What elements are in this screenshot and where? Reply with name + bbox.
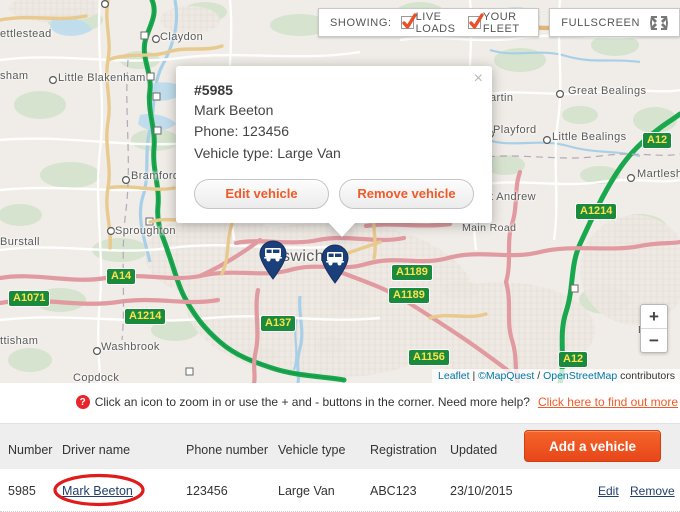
cell-phone-number: 123456 xyxy=(186,484,228,498)
help-question-icon: ? xyxy=(75,395,90,409)
openstreetmap-link[interactable]: OpenStreetMap xyxy=(543,370,617,382)
map-place-label: Little Bealings xyxy=(552,131,627,143)
road-shield: A1156 xyxy=(408,349,450,366)
row-remove-link[interactable]: Remove xyxy=(630,484,675,498)
table-header-row: Add a vehicle Number Driver name Phone num… xyxy=(0,423,680,469)
popup-tail xyxy=(328,221,356,237)
fullscreen-icon xyxy=(650,15,668,31)
column-header: Number xyxy=(8,443,53,457)
cell-number: 5985 xyxy=(8,484,36,498)
zoom-in-button[interactable]: + xyxy=(641,305,667,329)
road-shield: A1071 xyxy=(8,290,51,307)
map-control-row: SHOWING: LIVE LOADS YOUR FLEET FULLSCREE… xyxy=(318,8,680,37)
help-row: ? Click an icon to zoom in or use the + … xyxy=(0,383,680,421)
road-shield: A12 xyxy=(642,132,673,149)
column-header: Registration xyxy=(370,443,437,457)
map-place-label: swich xyxy=(282,248,325,265)
map-place-label: ettlestead xyxy=(0,28,52,40)
map-zoom-controls: + − xyxy=(640,304,668,353)
vehicle-popup-body: × #5985 Mark Beeton Phone: 123456 Vehicl… xyxy=(176,66,492,223)
map-place-label: Claydon xyxy=(160,31,204,43)
checkbox-label-live-loads: LIVE LOADS xyxy=(415,10,456,35)
attrib-sep-2: / xyxy=(534,370,544,382)
map-place-label: ttisham xyxy=(0,335,39,347)
attrib-sep-1: | xyxy=(469,370,479,382)
add-vehicle-button[interactable]: Add a vehicle xyxy=(524,430,661,462)
map-place-label: Sproughton xyxy=(115,225,176,237)
popup-vehicle-id: #5985 xyxy=(194,82,233,98)
map-place-label: Playford xyxy=(493,124,537,136)
road-shield: A137 xyxy=(260,315,297,332)
popup-phone: Phone: 123456 xyxy=(194,123,289,140)
road-shield: A12 xyxy=(558,351,589,368)
road-shield: A1214 xyxy=(575,203,618,220)
checkbox-box-your-fleet[interactable] xyxy=(467,13,484,29)
map-attribution: Leaflet | ©MapQuest / OpenStreetMap cont… xyxy=(432,369,680,383)
driver-name-link[interactable]: Mark Beeton xyxy=(62,484,133,498)
map-canvas[interactable]: ettlestead sham Claydon Little Blakenham Bra… xyxy=(0,0,680,383)
map-place-label: Great Bealings xyxy=(568,85,647,97)
cell-driver-name: Mark Beeton xyxy=(62,484,133,498)
vehicle-marker-2[interactable] xyxy=(320,244,350,289)
showing-label: SHOWING: xyxy=(330,16,392,29)
leaflet-link[interactable]: Leaflet xyxy=(438,370,470,382)
popup-vehicle-type: Vehicle type: Large Van xyxy=(194,144,341,161)
row-edit-link[interactable]: Edit xyxy=(598,484,619,498)
fullscreen-label: FULLSCREEN xyxy=(561,16,640,29)
map-place-label: Copdock xyxy=(73,372,120,383)
map-place-label: t Andrew xyxy=(490,191,537,203)
road-shield: A14 xyxy=(106,268,137,285)
attrib-suffix: contributors xyxy=(617,370,675,382)
fullscreen-button[interactable]: FULLSCREEN xyxy=(549,8,680,37)
road-shield: A1214 xyxy=(124,308,167,325)
cell-edit: Edit xyxy=(598,484,619,498)
check-icon xyxy=(469,13,484,29)
popup-driver-name: Mark Beeton xyxy=(194,102,274,118)
checkbox-your-fleet[interactable]: YOUR FLEET xyxy=(467,10,527,35)
column-header: Updated xyxy=(450,443,498,457)
checkbox-label-your-fleet: YOUR FLEET xyxy=(482,10,520,35)
map-place-label: Martlesha xyxy=(637,168,680,180)
fleet-map-page: ettlestead sham Claydon Little Blakenham Bra… xyxy=(0,0,680,512)
checkbox-box-live-loads[interactable] xyxy=(400,13,417,29)
map-place-label: Washbrook xyxy=(101,341,160,353)
map-place-label: Main Road xyxy=(462,222,517,234)
cell-remove: Remove xyxy=(630,484,675,498)
showing-panel: SHOWING: LIVE LOADS YOUR FLEET xyxy=(318,8,540,37)
check-icon xyxy=(401,13,417,29)
map-place-label: Bramford xyxy=(131,170,180,182)
close-icon[interactable]: × xyxy=(474,71,483,87)
cell-registration: ABC123 xyxy=(370,484,417,498)
road-shield: A1189 xyxy=(391,264,433,281)
table-row: 5985 Mark Beeton 123456 Large Van ABC123… xyxy=(0,469,680,512)
edit-vehicle-button[interactable]: Edit vehicle xyxy=(194,178,329,209)
map-place-label: Burstall xyxy=(0,236,40,248)
road-shield: A1189 xyxy=(388,287,430,304)
map-place-label: Little Blakenham xyxy=(58,72,146,84)
column-header: Phone number xyxy=(186,443,269,457)
map-place-label: artin xyxy=(490,92,514,104)
remove-vehicle-button[interactable]: Remove vehicle xyxy=(339,178,474,209)
column-header: Driver name xyxy=(62,443,131,457)
vehicle-popup: × #5985 Mark Beeton Phone: 123456 Vehicl… xyxy=(176,66,492,237)
checkbox-live-loads[interactable]: LIVE LOADS xyxy=(400,10,457,35)
cell-vehicle-type: Large Van xyxy=(278,484,335,498)
vehicles-table: Add a vehicle Number Driver name Phone num… xyxy=(0,423,680,512)
map-place-label: sham xyxy=(0,70,29,82)
cell-updated: 23/10/2015 xyxy=(450,484,513,498)
column-header: Vehicle type xyxy=(278,443,346,457)
help-more-link[interactable]: Click here to find out more xyxy=(538,395,678,409)
zoom-out-button[interactable]: − xyxy=(641,329,667,352)
mapquest-link[interactable]: ©MapQuest xyxy=(478,370,534,382)
popup-actions: Edit vehicle Remove vehicle xyxy=(194,178,474,209)
help-text: Click an icon to zoom in or use the + an… xyxy=(94,395,530,409)
vehicle-marker-1[interactable] xyxy=(258,240,288,285)
